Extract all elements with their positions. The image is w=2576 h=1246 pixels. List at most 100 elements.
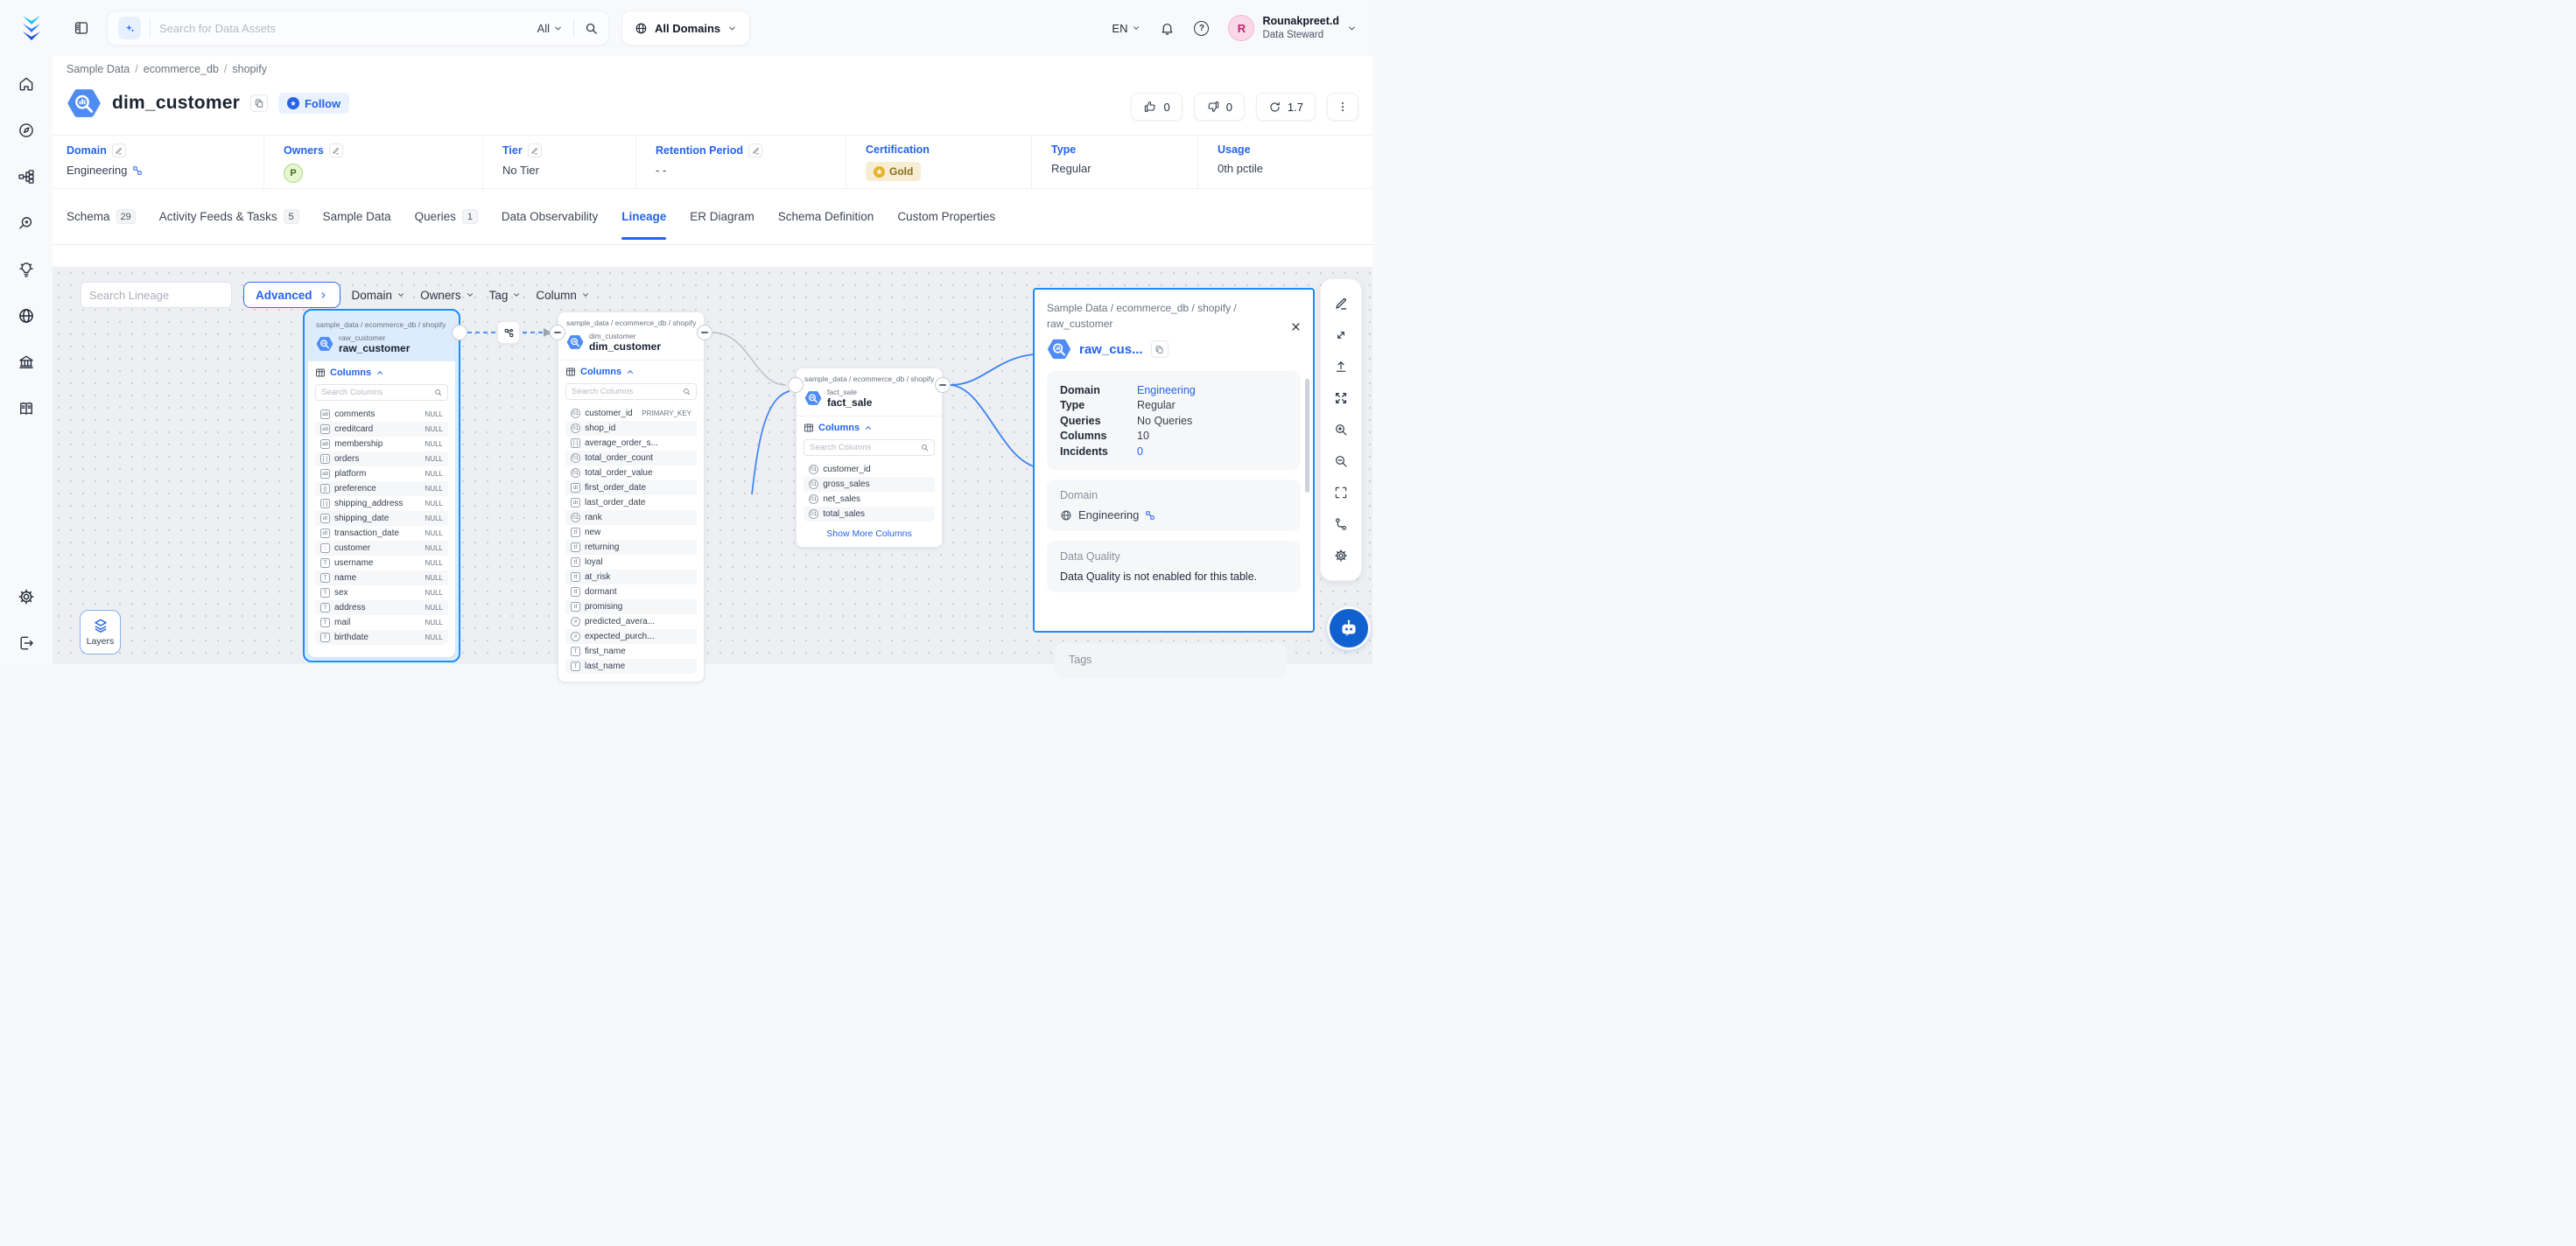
language-dropdown[interactable]: EN — [1112, 22, 1141, 35]
search-input[interactable] — [159, 22, 537, 35]
help-icon[interactable] — [1194, 21, 1209, 36]
column-row[interactable]: preference NULL — [315, 481, 448, 496]
logout-icon[interactable] — [18, 634, 35, 652]
breadcrumb-item[interactable]: ecommerce_db — [144, 63, 219, 75]
panel-breadcrumb[interactable]: Sample Data / ecommerce_db / shopify / r… — [1047, 300, 1285, 332]
zoom-out-icon[interactable] — [1325, 445, 1357, 477]
column-row[interactable]: gross_sales — [804, 477, 935, 492]
search-scope-dropdown[interactable]: All — [537, 22, 563, 35]
edge-port[interactable] — [788, 377, 804, 393]
edit-tier-button[interactable] — [528, 144, 542, 158]
column-row[interactable]: membership NULL — [315, 437, 448, 452]
column-row[interactable]: orders NULL — [315, 452, 448, 466]
globe-icon[interactable] — [18, 307, 35, 325]
column-row[interactable]: comments NULL — [315, 407, 448, 422]
node-title[interactable]: raw_customer — [339, 342, 410, 354]
collapse-downstream-button[interactable] — [697, 325, 712, 340]
chatbot-button[interactable] — [1330, 609, 1368, 648]
column-search-input[interactable] — [321, 388, 434, 397]
column-row[interactable]: predicted_avera... — [565, 614, 697, 629]
column-row[interactable]: average_order_s... — [565, 436, 697, 451]
column-row[interactable]: net_sales — [804, 492, 935, 507]
column-row[interactable]: total_sales — [804, 507, 935, 522]
column-search-input[interactable] — [572, 387, 683, 396]
node-title[interactable]: fact_sale — [827, 396, 872, 409]
column-row[interactable]: at_risk — [565, 570, 697, 584]
column-row[interactable]: last_name — [565, 659, 697, 674]
column-row[interactable]: first_name — [565, 644, 697, 659]
column-row[interactable]: shop_id — [565, 421, 697, 436]
column-row[interactable]: total_order_value — [565, 466, 697, 480]
column-row[interactable]: customer_id PRIMARY_KEY — [565, 406, 697, 421]
column-row[interactable]: transaction_date NULL — [315, 526, 448, 541]
edit-retention-button[interactable] — [748, 144, 762, 158]
column-row[interactable]: birthdate NULL — [315, 630, 448, 645]
tab[interactable]: Lineage — [621, 189, 666, 244]
breadcrumb-item[interactable]: Sample Data — [67, 63, 130, 75]
column-row[interactable]: creditcard NULL — [315, 422, 448, 437]
tab[interactable]: Custom Properties — [897, 189, 995, 244]
panel-scrollbar[interactable] — [1305, 379, 1309, 493]
column-row[interactable]: loyal — [565, 555, 697, 570]
workflow-icon[interactable] — [18, 168, 35, 186]
link-icon[interactable] — [132, 165, 143, 176]
settings-icon[interactable] — [18, 588, 35, 606]
info-value-domain[interactable]: Engineering — [1137, 384, 1196, 396]
column-row[interactable]: sex NULL — [315, 585, 448, 600]
resize-icon[interactable] — [1325, 319, 1357, 351]
layers-button[interactable]: Layers — [80, 610, 121, 654]
edge-port[interactable] — [452, 325, 467, 340]
user-menu[interactable]: R Rounakpreet.d Data Steward — [1228, 15, 1357, 41]
compass-icon[interactable] — [18, 122, 35, 139]
breadcrumb-item[interactable]: shopify — [232, 63, 267, 75]
zoom-in-icon[interactable] — [1325, 414, 1357, 445]
collapse-downstream-button[interactable] — [935, 377, 951, 393]
certification-badge[interactable]: Gold — [866, 162, 921, 181]
advanced-filters-button[interactable]: Advanced — [243, 282, 340, 308]
column-row[interactable]: customer_id — [804, 462, 935, 477]
tab[interactable]: Schema 29 — [67, 189, 136, 244]
settings-gear-icon[interactable] — [1325, 540, 1357, 571]
ai-sparkle-icon[interactable] — [118, 17, 141, 39]
lineage-filter-dropdown[interactable]: Owners — [420, 289, 474, 302]
column-row[interactable]: promising — [565, 599, 697, 614]
upload-icon[interactable] — [1325, 351, 1357, 382]
columns-toggle[interactable]: Columns — [804, 423, 935, 433]
tab[interactable]: ER Diagram — [690, 189, 755, 244]
column-row[interactable]: total_order_count — [565, 451, 697, 466]
column-row[interactable]: expected_purch... — [565, 629, 697, 644]
app-logo-icon[interactable] — [18, 13, 46, 43]
link-icon[interactable] — [1145, 510, 1155, 521]
column-row[interactable]: address NULL — [315, 600, 448, 615]
fullscreen-icon[interactable] — [1325, 477, 1357, 508]
edit-domain-button[interactable] — [112, 144, 126, 158]
column-search-input[interactable] — [810, 443, 921, 452]
collapse-upstream-button[interactable] — [550, 325, 565, 340]
search-insights-icon[interactable] — [18, 214, 35, 232]
columns-toggle[interactable]: Columns — [565, 367, 697, 377]
upvote-button[interactable]: 0 — [1131, 93, 1182, 121]
edit-pencil-icon[interactable] — [1325, 288, 1357, 319]
domain-value[interactable]: Engineering — [1078, 508, 1139, 522]
insights-icon[interactable] — [18, 261, 35, 278]
column-row[interactable]: returning — [565, 540, 697, 555]
version-button[interactable]: 1.7 — [1256, 93, 1316, 121]
column-row[interactable]: customer NULL — [315, 541, 448, 556]
close-icon[interactable] — [1291, 321, 1301, 335]
governance-icon[interactable] — [18, 354, 35, 371]
expand-icon[interactable] — [1325, 382, 1357, 414]
home-icon[interactable] — [18, 75, 35, 93]
show-more-columns-link[interactable]: Show More Columns — [804, 528, 935, 539]
column-row[interactable]: new — [565, 525, 697, 540]
column-row[interactable]: last_order_date — [565, 495, 697, 510]
tab[interactable]: Queries 1 — [415, 189, 478, 244]
lineage-node-dim-customer[interactable]: sample_data / ecommerce_db / shopify dim… — [558, 312, 705, 682]
lineage-filter-dropdown[interactable]: Domain — [352, 289, 406, 302]
lineage-search-input[interactable] — [89, 289, 243, 302]
tab[interactable]: Data Observability — [502, 189, 598, 244]
search-icon[interactable] — [585, 22, 598, 35]
notifications-bell-icon[interactable] — [1160, 21, 1175, 36]
column-row[interactable]: first_order_date — [565, 480, 697, 495]
lineage-node-fact-sale[interactable]: sample_data / ecommerce_db / shopify fac… — [796, 368, 943, 548]
share-graph-icon[interactable] — [1325, 508, 1357, 540]
